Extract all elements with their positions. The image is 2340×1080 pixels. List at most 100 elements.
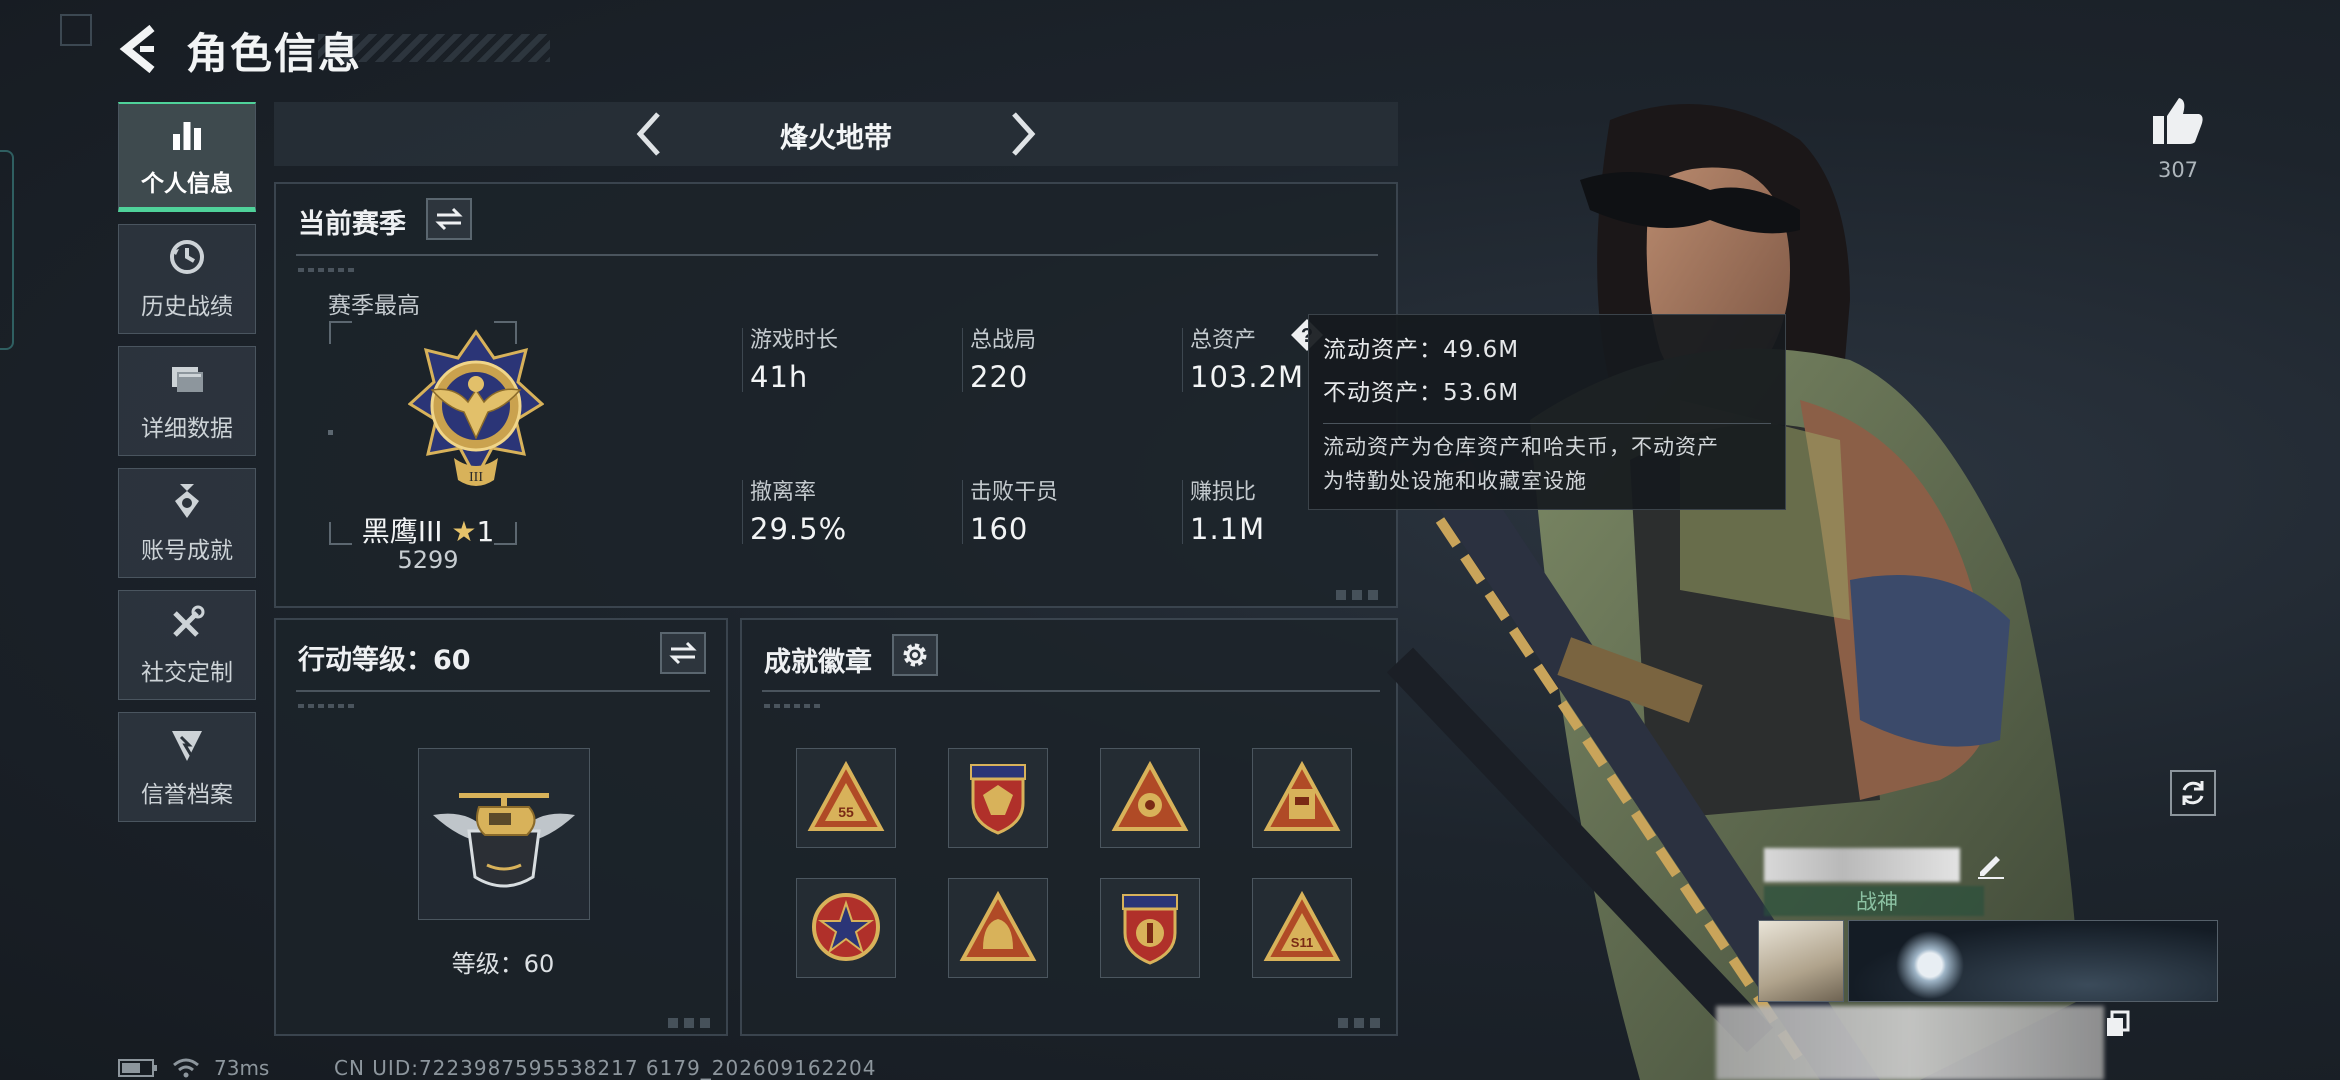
- divider: [296, 254, 1378, 256]
- sidebar-item-detail-data[interactable]: 详细数据: [118, 346, 256, 456]
- back-arrow-icon: [119, 24, 155, 74]
- badge-slot[interactable]: S11: [1252, 878, 1352, 978]
- star-icon: ★: [451, 515, 477, 548]
- season-panel: 当前赛季 赛季最高 III 黑鹰III ★1 5299 游戏时长 41h 总战局…: [274, 182, 1398, 608]
- svg-text:S11: S11: [1291, 935, 1313, 950]
- status-bar: 73ms: [118, 1056, 269, 1080]
- folder-icon: [172, 367, 203, 392]
- mode-selector: 烽火地带: [274, 102, 1398, 166]
- stat-value: 103.2M: [1190, 360, 1305, 394]
- action-level-title: 行动等级：60: [298, 645, 471, 676]
- like-button[interactable]: 307: [2138, 96, 2218, 182]
- badge-slot[interactable]: [1252, 748, 1352, 848]
- sidebar-item-achievements[interactable]: 账号成就: [118, 468, 256, 578]
- profile-banner[interactable]: [1848, 920, 2218, 1002]
- gear-icon: [903, 643, 927, 667]
- achievement-medal-icon: [175, 484, 199, 518]
- eagle-shield-badge-icon: [970, 764, 1026, 835]
- sidebar-item-social-custom[interactable]: 社交定制: [118, 590, 256, 700]
- badges-title: 成就徽章: [764, 647, 872, 678]
- season-switch-button[interactable]: [426, 198, 472, 240]
- badge-slot[interactable]: 55: [796, 748, 896, 848]
- svg-text:55: 55: [838, 804, 854, 820]
- asset-tooltip: 流动资产：49.6M 不动资产：53.6M 流动资产为仓库资产和哈夫币，不动资产…: [1308, 314, 1786, 510]
- action-level-switch-button[interactable]: [660, 632, 706, 674]
- battery-icon: [118, 1059, 157, 1077]
- sidebar-item-label: 账号成就: [141, 538, 233, 564]
- player-uid: CN UID:7223987595538217 6179_20260916220…: [334, 1056, 877, 1080]
- corner-deco: [668, 1018, 712, 1028]
- copy-icon[interactable]: [2104, 1010, 2132, 1038]
- stat-value: 41h: [750, 360, 809, 394]
- sidebar-item-label: 个人信息: [141, 170, 233, 197]
- stat-separator: [962, 328, 963, 392]
- season-title: 当前赛季: [298, 209, 406, 240]
- badge-slot[interactable]: [948, 878, 1048, 978]
- left-edge-handle[interactable]: [0, 150, 14, 350]
- stat-label: 游戏时长: [750, 328, 839, 353]
- divider: [762, 690, 1380, 692]
- corner-deco: [1336, 590, 1380, 600]
- tooltip-desc-line1: 流动资产为仓库资产和哈夫币，不动资产: [1323, 435, 1719, 459]
- triangle-helmet-badge-icon: [959, 890, 1037, 961]
- bar-chart-icon: [173, 121, 201, 150]
- corner-deco: [1338, 1018, 1382, 1028]
- refresh-button[interactable]: [2170, 770, 2216, 816]
- action-level-emblem-frame: [418, 748, 590, 920]
- sidebar-item-personal-info[interactable]: 个人信息: [118, 102, 256, 212]
- triangle-target-badge-icon: [1111, 760, 1189, 831]
- badge-slot[interactable]: [948, 748, 1048, 848]
- player-title-tag: 战神: [1856, 890, 1898, 914]
- stat-separator: [742, 480, 743, 544]
- rank-points: 5299: [397, 546, 459, 574]
- sidebar-item-history[interactable]: 历史战绩: [118, 224, 256, 334]
- tools-icon: [173, 605, 205, 637]
- divider: [296, 690, 710, 692]
- swap-icon: [669, 641, 697, 665]
- stat-value: 220: [970, 360, 1029, 394]
- ping-value: 73ms: [214, 1056, 270, 1080]
- history-clock-icon: [170, 240, 204, 274]
- corner-square-deco: [60, 14, 92, 46]
- triangle-tower-badge-icon: [1263, 760, 1341, 831]
- edit-pencil-icon[interactable]: [1974, 846, 2008, 880]
- badges-settings-button[interactable]: [892, 634, 938, 676]
- stat-value: 29.5%: [750, 512, 848, 546]
- tooltip-divider: [1323, 423, 1771, 424]
- tooltip-liquid-assets: 流动资产：49.6M: [1323, 337, 1520, 363]
- divider-deco: [298, 268, 358, 272]
- like-count: 307: [2157, 158, 2199, 182]
- back-button[interactable]: [118, 24, 162, 74]
- sidebar-item-label: 信誉档案: [141, 782, 233, 808]
- rank-name: 黑鹰III: [361, 515, 443, 548]
- stat-label: 赚损比: [1190, 480, 1257, 505]
- rank-name-row: 黑鹰III ★1: [336, 510, 520, 550]
- page-title: 角色信息: [186, 29, 363, 78]
- tooltip-fixed-assets: 不动资产：53.6M: [1323, 380, 1520, 406]
- rank-emblem-icon: III: [408, 329, 544, 486]
- sidebar-item-label: 社交定制: [141, 660, 233, 686]
- player-name-blurred: [1764, 848, 1960, 882]
- badge-slot[interactable]: [796, 878, 896, 978]
- sidebar-item-reputation[interactable]: 信誉档案: [118, 712, 256, 822]
- refresh-icon: [2182, 781, 2204, 805]
- stat-separator: [1182, 328, 1183, 392]
- helicopter-emblem-icon: [433, 793, 575, 888]
- next-mode-button[interactable]: [998, 110, 1046, 158]
- chevron-right-icon: [1012, 112, 1036, 156]
- stat-label: 击败干员: [970, 480, 1059, 505]
- reputation-icon: [172, 731, 202, 761]
- avatar[interactable]: [1758, 920, 1844, 1002]
- stat-value: 1.1M: [1190, 512, 1266, 546]
- stat-label: 总资产: [1190, 328, 1257, 353]
- sidebar-item-label: 历史战绩: [141, 294, 233, 320]
- stat-label: 撤离率: [750, 480, 817, 505]
- action-level-panel: 行动等级：60 等级：60: [274, 618, 728, 1036]
- badge-slot[interactable]: [1100, 748, 1200, 848]
- stat-value: 160: [970, 512, 1029, 546]
- tooltip-desc-line2: 为特勤处设施和收藏室设施: [1323, 469, 1587, 493]
- badges-panel: 成就徽章 55 S11: [740, 618, 1398, 1036]
- stat-separator: [962, 480, 963, 544]
- badge-slot[interactable]: [1100, 878, 1200, 978]
- stat-separator: [1182, 480, 1183, 544]
